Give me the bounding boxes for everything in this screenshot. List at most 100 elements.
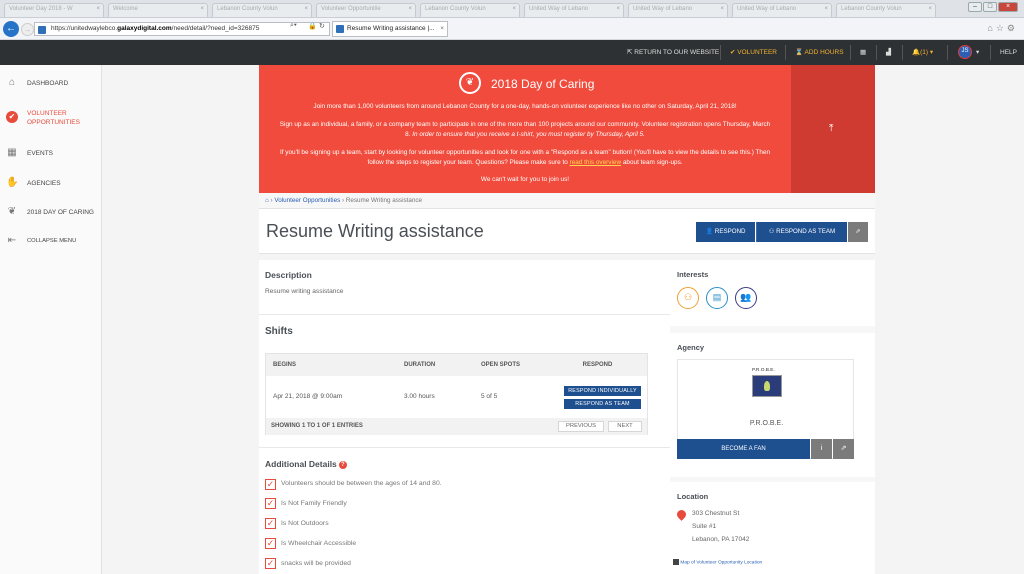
info-icon[interactable]: ? (338, 460, 347, 469)
url-prefix: https://unitedwaylebco. (51, 25, 118, 32)
browser-tab[interactable]: Volunteer Day 2018 - W × (4, 3, 104, 17)
breadcrumb-link[interactable]: Volunteer Opportunities (274, 197, 340, 204)
star-icon[interactable]: ☆ (996, 23, 1007, 33)
browser-tab[interactable]: United Way of Lebano × (524, 3, 624, 17)
browser-tab[interactable]: Lebanon County Volun × (212, 3, 312, 17)
chevron-down-icon[interactable]: ▾ (976, 40, 979, 65)
breadcrumb-current: Resume Writing assistance (345, 197, 423, 204)
location-heading: Location (677, 492, 709, 501)
browser-tab[interactable]: United Way of Lebano × (732, 3, 832, 17)
close-icon[interactable]: × (200, 6, 204, 12)
browser-tab-strip: Volunteer Day 2018 - W × Welcome × Lebanon… (0, 0, 1024, 18)
entries-count: SHOWING 1 TO 1 OF 1 ENTRIES (271, 423, 363, 429)
back-arrow-icon[interactable]: ← (3, 21, 19, 37)
browser-tab[interactable]: United Way of Lebano × (628, 3, 728, 17)
address-bar-row: ← → https://unitedwaylebco.galaxydigital… (0, 18, 1024, 40)
respond-as-team-shift-button[interactable]: RESPOND AS TEAM (564, 399, 641, 409)
info-icon[interactable]: i (811, 439, 832, 459)
close-icon[interactable]: × (440, 22, 444, 36)
return-label: RETURN TO OUR WEBSITE (634, 49, 720, 56)
sidebar-item-volunteer-opportunities[interactable]: ✔ VOLUNTEER OPPORTUNITIES (0, 103, 102, 135)
shift-open-spots: 5 of 5 (481, 393, 498, 400)
sidebar-item-label: EVENTS (27, 150, 54, 157)
people-icon[interactable]: ⚇ (677, 287, 699, 309)
check-circle-icon: ✔ (6, 111, 18, 123)
help-link[interactable]: HELP (1000, 40, 1017, 65)
respond-individually-button[interactable]: RESPOND INDIVIDUALLY (564, 386, 641, 396)
divider (785, 45, 786, 60)
gear-icon[interactable]: ⚙ (1007, 23, 1018, 33)
map-link[interactable]: Map of Volunteer Opportunity Location (673, 559, 762, 565)
column-header[interactable]: BEGINS (266, 354, 396, 376)
browser-tab[interactable]: Lebanon County Volun × (420, 3, 520, 17)
divider (990, 45, 991, 60)
sidebar-item-label: AGENCIES (27, 180, 61, 187)
browser-tab[interactable]: Lebanon County Volun × (836, 3, 936, 17)
column-header[interactable]: DURATION (396, 354, 472, 376)
detail-item: Volunteers should be between the ages of… (281, 480, 442, 487)
site-favicon-icon (38, 26, 46, 34)
notifications-button[interactable]: 🔔(1) ▾ (912, 40, 933, 65)
close-icon[interactable]: × (96, 6, 100, 12)
sidebar-item-dashboard[interactable]: ⌂ DASHBOARD (0, 69, 102, 97)
home-icon[interactable]: ⌂ (987, 23, 995, 33)
forward-arrow-icon[interactable]: → (21, 23, 34, 36)
respond-as-team-button[interactable]: ⚇ RESPOND AS TEAM (756, 222, 847, 242)
share-button[interactable]: ⇗ (848, 222, 868, 242)
share-icon[interactable]: ⇗ (833, 439, 854, 459)
banner-paragraph: Join more than 1,000 volunteers from aro… (313, 103, 737, 110)
overview-link[interactable]: read this overview (570, 159, 622, 166)
volunteer-link[interactable]: ✔ VOLUNTEER (730, 40, 777, 65)
close-icon[interactable]: × (928, 6, 932, 12)
united-way-icon: ❦ (7, 206, 17, 217)
shift-begins: Apr 21, 2018 @ 9:00am (273, 393, 343, 400)
browser-tab[interactable]: Volunteer Opportunitie × (316, 3, 416, 17)
home-icon: ⌂ (8, 77, 16, 88)
volunteer-label: VOLUNTEER (737, 49, 777, 56)
sidebar-item-agencies[interactable]: ✋ AGENCIES (0, 169, 102, 197)
browser-window: { "browser": { "tabs": [ {"label": "Volu… (0, 0, 1024, 574)
close-icon[interactable]: × (304, 6, 308, 12)
search-icon[interactable]: ⌕▾ (290, 22, 297, 30)
close-window-icon[interactable]: × (998, 2, 1018, 12)
become-a-fan-button[interactable]: BECOME A FAN (677, 439, 810, 459)
sidebar-item-day-of-caring[interactable]: ❦ 2018 DAY OF CARING (0, 198, 102, 226)
banner-upload-panel: ⤒ (791, 65, 875, 193)
close-icon[interactable]: × (512, 6, 516, 12)
sidebar-item-label: VOLUNTEER OPPORTUNITIES (27, 110, 80, 126)
refresh-icon[interactable]: ↻ (319, 22, 325, 30)
home-icon[interactable]: ⌂ (265, 197, 269, 204)
calendar-icon[interactable]: ▦ (860, 40, 866, 65)
column-header[interactable]: OPEN SPOTS (472, 354, 548, 376)
maximize-icon[interactable]: □ (983, 2, 997, 12)
active-browser-tab[interactable]: Resume Writing assistance |... × (332, 21, 448, 37)
group-icon[interactable]: 👥 (735, 287, 757, 309)
previous-page-button[interactable]: PREVIOUS (558, 421, 604, 432)
next-page-button[interactable]: NEXT (608, 421, 642, 432)
sidebar-item-events[interactable]: ▦ EVENTS (0, 139, 102, 167)
respond-button[interactable]: 👤 RESPOND (696, 222, 755, 242)
close-icon[interactable]: × (616, 6, 620, 12)
upload-icon[interactable]: ⤒ (829, 123, 833, 134)
sidebar-item-collapse-menu[interactable]: ⇤ COLLAPSE MENU (0, 227, 102, 255)
chart-icon[interactable]: ▟ (886, 40, 891, 65)
heading-text: Additional Details (265, 459, 337, 469)
avatar[interactable]: JS (958, 45, 972, 59)
address-line: 303 Chestnut St (692, 510, 740, 517)
interests-heading: Interests (677, 270, 709, 279)
minimize-icon[interactable]: – (968, 2, 982, 12)
browser-tab[interactable]: Welcome × (108, 3, 208, 17)
close-icon[interactable]: × (824, 6, 828, 12)
add-hours-link[interactable]: ⌛ ADD HOURS (795, 40, 844, 65)
checkbox-icon: ✓ (265, 518, 276, 529)
close-icon[interactable]: × (720, 6, 724, 12)
divider (876, 45, 877, 60)
banner-paragraph: If you'll be signing up a team, start by… (279, 148, 771, 167)
clipboard-icon[interactable]: ▤ (706, 287, 728, 309)
hummingbird-icon (764, 381, 770, 391)
tab-label: Welcome (113, 6, 138, 12)
return-to-website-link[interactable]: ⇱ RETURN TO OUR WEBSITE (627, 40, 719, 65)
close-icon[interactable]: × (408, 6, 412, 12)
url-input[interactable]: https://unitedwaylebco.galaxydigital.com… (34, 22, 330, 36)
checkbox-icon: ✓ (265, 479, 276, 490)
